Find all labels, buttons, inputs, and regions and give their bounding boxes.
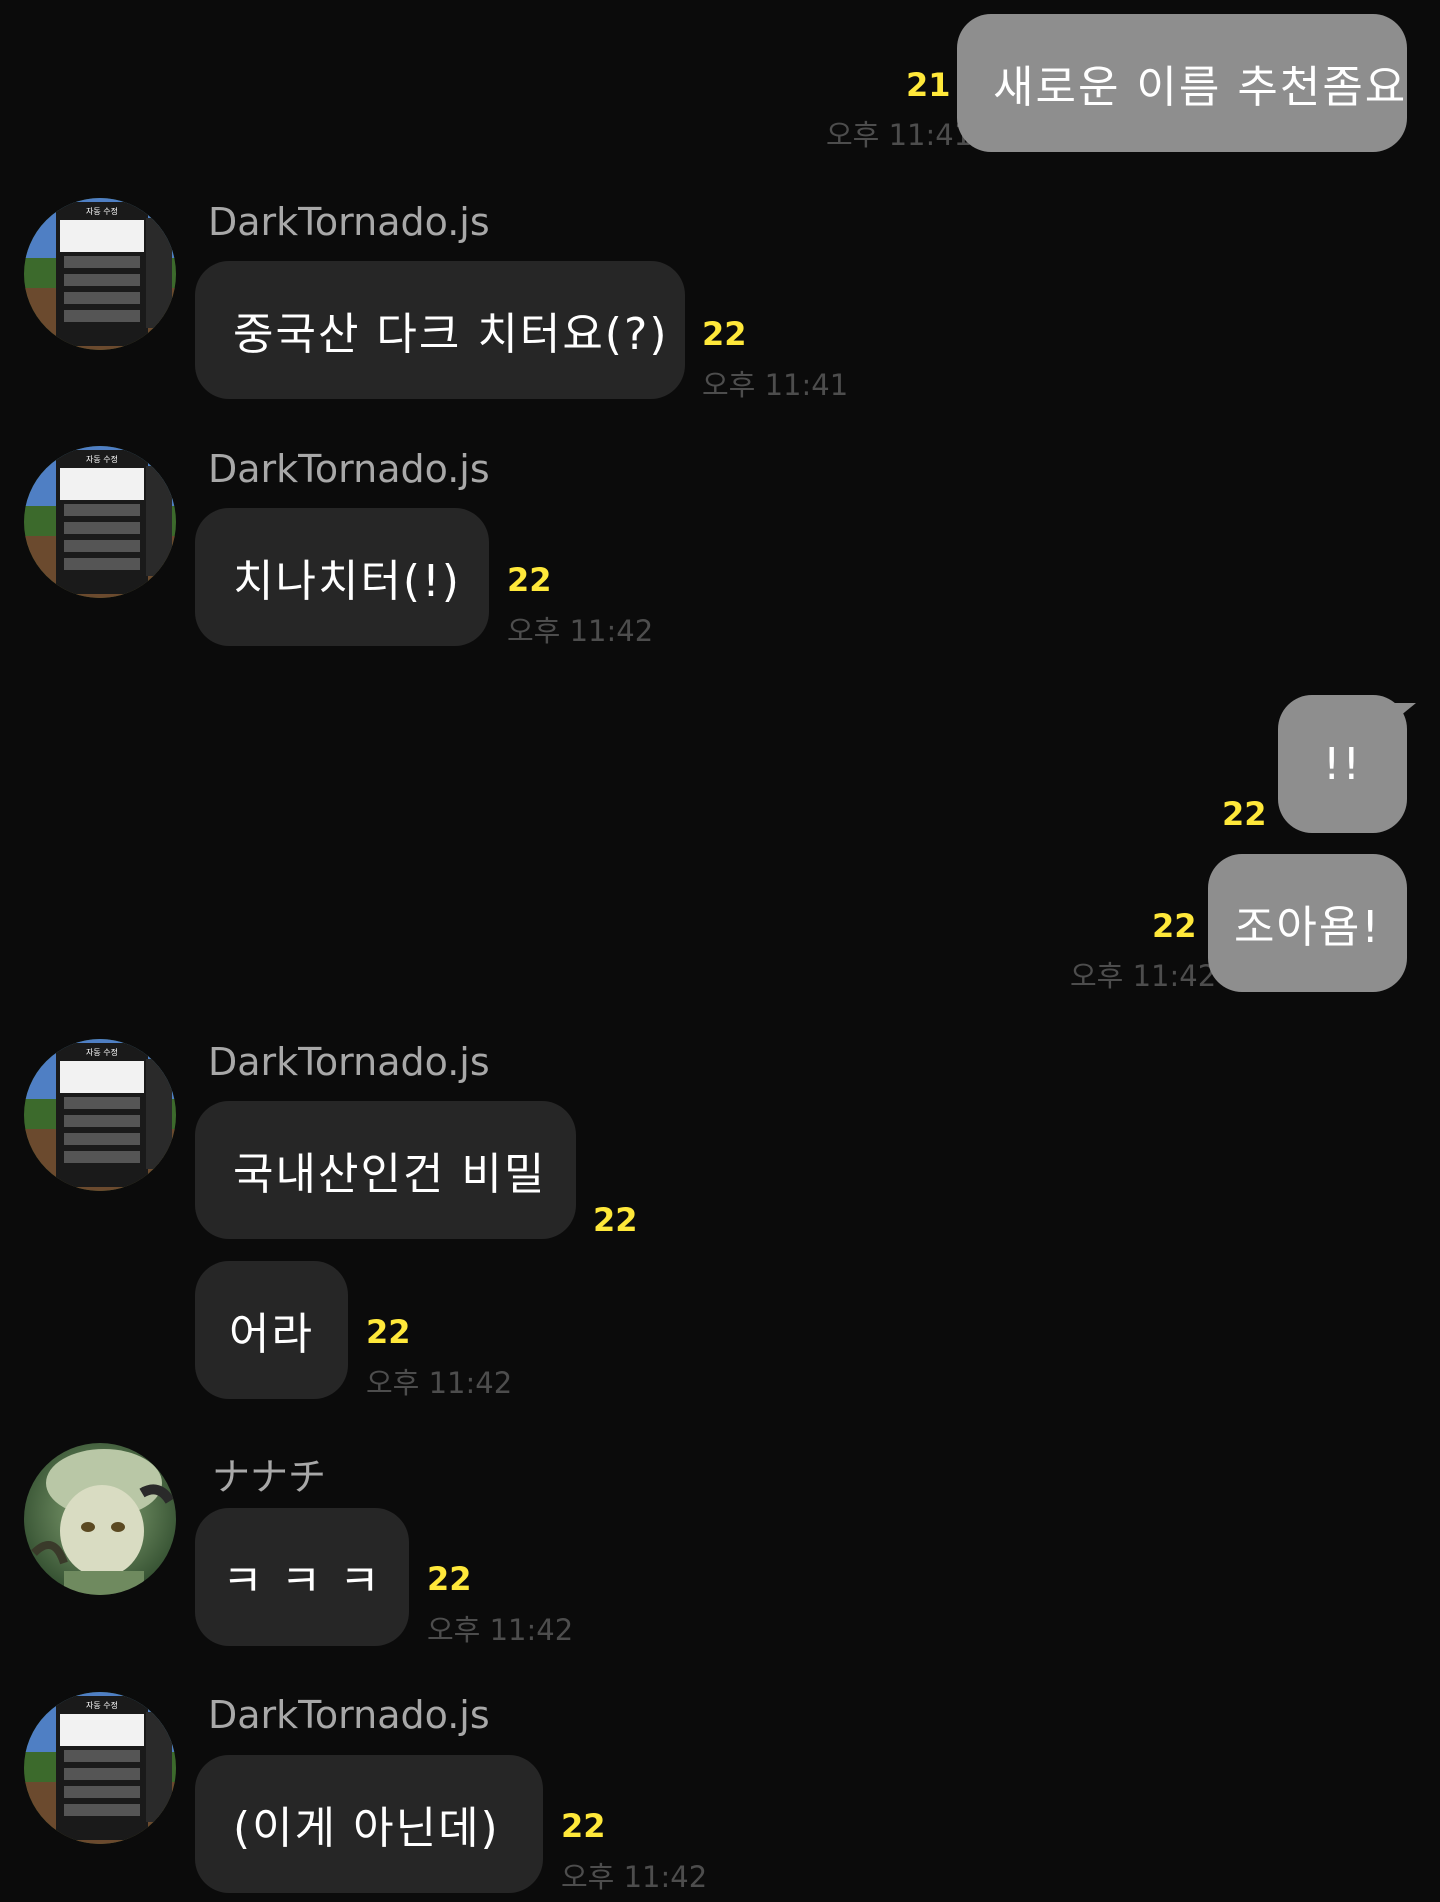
- avatar[interactable]: 자동 수정: [24, 1692, 176, 1844]
- unread-count: 22: [427, 1560, 472, 1598]
- app-settings-screenshot-icon: 자동 수정: [24, 1692, 176, 1844]
- message-text: 어라: [229, 1309, 314, 1360]
- message-bubble[interactable]: (이게 아닌데): [195, 1755, 543, 1893]
- message-bubble[interactable]: 어라: [195, 1261, 348, 1399]
- message-bubble[interactable]: 조아욤!: [1208, 854, 1407, 992]
- message-bubble[interactable]: ㅋ ㅋ ㅋ: [195, 1508, 409, 1646]
- bubble-tail: [1394, 703, 1416, 721]
- unread-count: 22: [593, 1201, 638, 1239]
- sender-name: ナナチ: [212, 1455, 327, 1499]
- message-text: 국내산인건 비밀: [233, 1149, 547, 1200]
- app-settings-screenshot-icon: 자동 수정: [24, 1039, 176, 1191]
- message-time: 오후 11:42: [427, 1613, 574, 1647]
- sender-name: DarkTornado.js: [208, 1693, 490, 1737]
- message-time: 오후 11:41: [826, 118, 973, 152]
- unread-count: 22: [1222, 795, 1267, 833]
- avatar[interactable]: [24, 1443, 176, 1595]
- sender-name: DarkTornado.js: [208, 200, 490, 244]
- message-time: 오후 11:42: [507, 614, 654, 648]
- unread-count: 22: [702, 315, 747, 353]
- message-text: 치나치터(!): [233, 556, 461, 607]
- unread-count: 22: [561, 1807, 606, 1845]
- message-text: (이게 아닌데): [233, 1803, 500, 1854]
- message-text: !!: [1322, 738, 1363, 790]
- message-time: 오후 11:42: [1070, 959, 1217, 993]
- app-settings-screenshot-icon: 자동 수정: [24, 446, 176, 598]
- message-bubble[interactable]: 치나치터(!): [195, 508, 489, 646]
- message-bubble[interactable]: 중국산 다크 치터요(?): [195, 261, 685, 399]
- avatar[interactable]: 자동 수정: [24, 446, 176, 598]
- message-text: 중국산 다크 치터요(?): [233, 309, 669, 360]
- message-bubble[interactable]: 새로운 이름 추천좀요: [957, 14, 1407, 152]
- message-time: 오후 11:42: [366, 1366, 513, 1400]
- unread-count: 22: [1152, 907, 1197, 945]
- unread-count: 22: [366, 1313, 411, 1351]
- message-time: 오후 11:42: [561, 1860, 708, 1894]
- unread-count: 22: [507, 561, 552, 599]
- svg-text:자동 수정: 자동 수정: [86, 206, 118, 216]
- sender-name: DarkTornado.js: [208, 1040, 490, 1084]
- svg-text:자동 수정: 자동 수정: [86, 1047, 118, 1057]
- message-text: 새로운 이름 추천좀요: [993, 62, 1408, 113]
- app-settings-screenshot-icon: 자동 수정: [24, 198, 176, 350]
- message-text: 조아욤!: [1233, 902, 1382, 953]
- avatar[interactable]: 자동 수정: [24, 1039, 176, 1191]
- svg-text:자동 수정: 자동 수정: [86, 454, 118, 464]
- message-text: ㅋ ㅋ ㅋ: [222, 1556, 382, 1607]
- avatar[interactable]: 자동 수정: [24, 198, 176, 350]
- message-time: 오후 11:41: [702, 368, 849, 402]
- sender-name: DarkTornado.js: [208, 447, 490, 491]
- anime-character-icon: [24, 1443, 176, 1595]
- message-bubble[interactable]: 국내산인건 비밀: [195, 1101, 576, 1239]
- svg-text:자동 수정: 자동 수정: [86, 1700, 118, 1710]
- message-bubble[interactable]: !!: [1278, 695, 1407, 833]
- unread-count: 21: [906, 66, 951, 104]
